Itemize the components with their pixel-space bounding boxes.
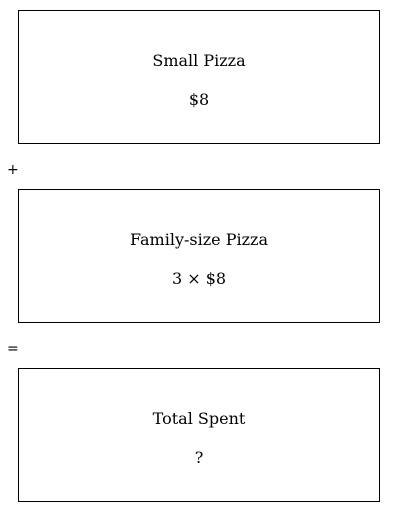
family-pizza-title: Family-size Pizza — [130, 230, 268, 249]
equals-operator: = — [7, 341, 19, 357]
plus-operator: + — [7, 162, 19, 178]
total-spent-box: Total Spent ? — [18, 368, 380, 502]
family-pizza-price: 3 × $8 — [171, 269, 227, 288]
small-pizza-box: Small Pizza $8 — [18, 10, 380, 144]
small-pizza-title: Small Pizza — [152, 51, 246, 70]
family-pizza-box: Family-size Pizza 3 × $8 — [18, 189, 380, 323]
small-pizza-price: $8 — [188, 90, 210, 109]
total-spent-title: Total Spent — [152, 409, 246, 428]
total-spent-value: ? — [194, 448, 204, 467]
